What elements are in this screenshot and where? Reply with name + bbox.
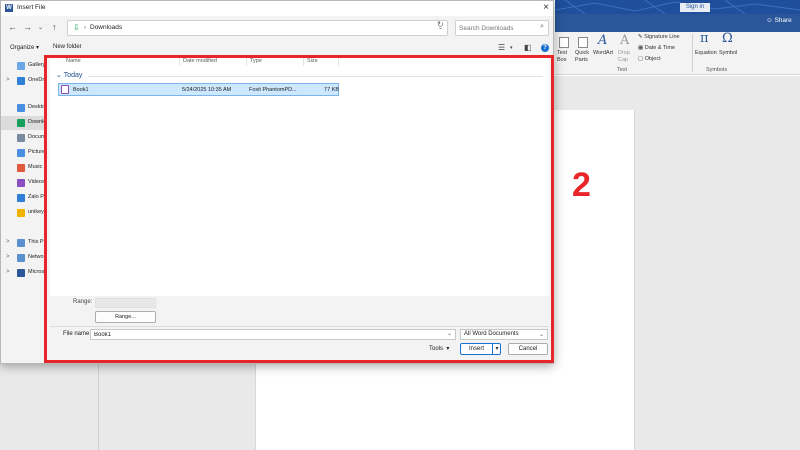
chevron-down-icon: ▾ [36,45,40,51]
dialog-title-bar: W Insert File × [1,1,553,16]
dialog-toolbar: Organize ▾ New folder ☰ ▾ ◧ ? [1,41,553,55]
expand-chevron-icon[interactable]: > [6,254,10,260]
refresh-icon[interactable]: ↻ [437,20,444,29]
group-label-symbols: Symbols [706,67,728,73]
pictures-icon [17,149,25,157]
expand-chevron-icon[interactable]: > [6,269,10,275]
ribbon-separator [692,34,693,72]
share-label: Share [774,17,792,24]
expand-chevron-icon[interactable]: > [6,77,10,83]
recent-chevron-icon[interactable]: ⌄ [38,24,43,31]
object-button[interactable]: ▢ Object [638,56,661,63]
equation-button[interactable]: Equation [695,50,717,57]
word-title-bar [555,0,800,14]
microsoft-word-icon [17,269,25,277]
address-bar[interactable]: ⇩ › Downloads ⌄ [67,20,448,36]
drop-cap-button[interactable]: Drop Cap [618,50,632,64]
sidebar-item-onedrive[interactable]: >OneDrive [1,74,47,88]
organize-label: Organize [10,45,35,51]
navigation-row: ← → ⌄ ↑ ⇩ › Downloads ⌄ ↻ ⌕ [1,17,553,39]
downloads-icon [17,119,25,127]
sidebar-item-downloads[interactable]: Downloads [1,116,47,130]
symbol-button[interactable]: Symbol [719,50,737,57]
word-app-icon: W [5,4,13,12]
gallery-icon [17,62,25,70]
onedrive-icon [17,77,25,85]
unikey-icon [17,209,25,217]
back-arrow-icon[interactable]: ← [8,22,17,32]
search-box[interactable]: ⌕ [455,20,549,36]
organize-button[interactable]: Organize ▾ [10,44,39,51]
zalo-pc-icon [17,194,25,202]
pi-icon: π [700,31,709,46]
navigation-pane: Gallery>OneDrive DesktopDownloadsDocument… [1,55,47,363]
sidebar-item-microsoft-word[interactable]: >Microsoft Word [1,266,47,280]
calendar-icon: ▦ [638,45,645,51]
date-time-label: Date & Time [644,45,675,51]
share-button[interactable]: ☺ Share [766,17,792,24]
object-label: Object [644,56,661,62]
date-time-button[interactable]: ▦ Date & Time [638,45,675,52]
documents-icon [17,134,25,142]
wordart-icon: A [598,33,608,48]
search-input[interactable] [459,23,537,34]
sidebar-item-this-pc[interactable]: > This PC [1,236,47,250]
new-folder-button[interactable]: New folder [53,44,82,50]
download-icon: ⇩ [73,23,80,32]
title-bar-pattern [555,0,800,14]
breadcrumb-chevron-icon: › [84,24,87,31]
forward-arrow-icon[interactable]: → [23,22,32,32]
text-box-button[interactable]: Text Box [557,50,571,64]
preview-pane-icon[interactable]: ◧ [524,43,532,52]
sidebar-item-pictures[interactable]: Pictures [1,146,47,160]
search-icon: ⌕ [540,23,544,30]
sidebar-item-music[interactable]: Music [1,161,47,175]
sidebar-item-desktop[interactable]: Desktop [1,101,47,115]
group-label-text: Text [617,67,628,73]
sidebar-item-network[interactable]: > Network [1,251,47,265]
desktop-icon [17,104,25,112]
signature-line-label: Signature Line [644,34,680,40]
help-icon[interactable]: ? [541,44,549,52]
up-arrow-icon[interactable]: ↑ [52,22,57,32]
highlight-frame [44,55,554,363]
music-icon [17,164,25,172]
quick-parts-icon [578,37,588,48]
videos-icon [17,179,25,187]
sidebar-item-gallery[interactable]: Gallery [1,59,47,73]
network-icon [17,254,25,262]
object-icon: ▢ [638,56,645,62]
view-options-icon[interactable]: ☰ [498,43,505,52]
drop-cap-icon: A [620,33,630,48]
user-icon: ☺ [766,17,773,24]
omega-icon: Ω [722,31,733,46]
wordart-button[interactable]: WordArt [593,50,613,57]
view-dropdown-icon[interactable]: ▾ [510,45,513,51]
dialog-title: Insert File [17,4,46,11]
signature-line-button[interactable]: ✎ Signature Line [638,34,680,41]
sidebar-item-videos[interactable]: Videos [1,176,47,190]
step-annotation: 2 [572,166,591,204]
sidebar-item-zalo-pc[interactable]: Zalo PC [1,191,47,205]
ribbon-tab-bar [555,14,800,32]
close-icon[interactable]: × [543,2,549,13]
text-box-icon [559,37,569,48]
quick-parts-button[interactable]: Quick Parts [575,50,591,64]
sign-in-button[interactable]: Sign in [680,3,710,12]
breadcrumb-downloads[interactable]: Downloads [90,24,122,31]
sidebar-item-unikey[interactable]: unikey [1,206,47,220]
expand-chevron-icon[interactable]: > [6,239,10,245]
this-pc-icon [17,239,25,247]
sidebar-item-documents[interactable]: Documents [1,131,47,145]
